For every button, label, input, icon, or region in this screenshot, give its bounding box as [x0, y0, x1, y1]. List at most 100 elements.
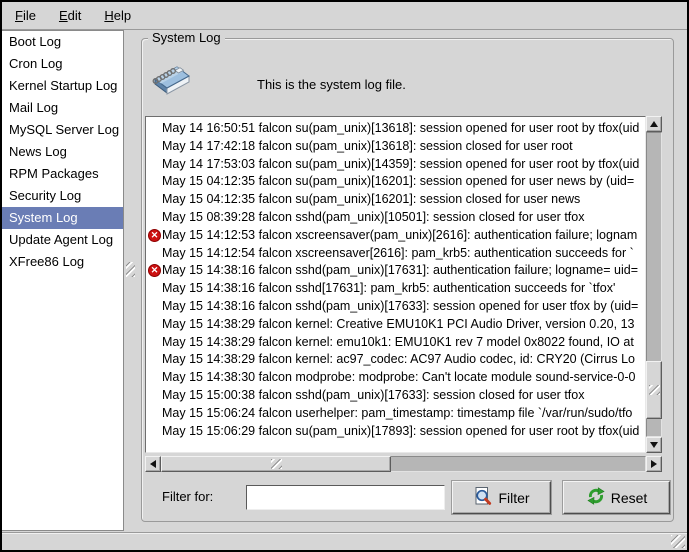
log-text: May 15 14:12:54 falcon xscreensaver[2616… [162, 245, 634, 263]
sidebar-item-cron-log[interactable]: Cron Log [2, 53, 123, 75]
log-line: May 14 16:50:51 falcon su(pam_unix)[1361… [148, 120, 643, 138]
log-line: ✕May 15 14:12:53 falcon xscreensaver(pam… [148, 227, 643, 245]
log-line-gutter [148, 173, 162, 191]
sidebar-item-kernel-startup-log[interactable]: Kernel Startup Log [2, 75, 123, 97]
splitter-grip-icon[interactable] [126, 262, 135, 277]
window-resize-grip[interactable] [671, 535, 685, 548]
thumb-grip-icon [649, 385, 660, 395]
log-text: May 14 17:53:03 falcon su(pam_unix)[1435… [162, 156, 639, 174]
log-line-gutter [148, 316, 162, 334]
log-line: May 14 17:53:03 falcon su(pam_unix)[1435… [148, 156, 643, 174]
scroll-down-button[interactable] [646, 437, 662, 453]
filter-button-label: Filter [498, 490, 529, 506]
log-description: This is the system log file. [257, 77, 406, 92]
log-line: May 15 15:00:38 falcon sshd(pam_unix)[17… [148, 387, 643, 405]
menu-edit[interactable]: Edit [56, 6, 84, 25]
sidebar-item-rpm-packages[interactable]: RPM Packages [2, 163, 123, 185]
refresh-arrows-icon [586, 486, 606, 509]
main-panel: System Log This is the system log file. [137, 30, 687, 532]
horizontal-scrollbar[interactable] [145, 456, 662, 472]
log-text: May 15 04:12:35 falcon su(pam_unix)[1620… [162, 191, 580, 209]
log-text: May 15 14:38:29 falcon kernel: ac97_code… [162, 351, 635, 369]
log-text: May 15 04:12:35 falcon su(pam_unix)[1620… [162, 173, 634, 191]
menu-file[interactable]: File [12, 6, 39, 25]
vertical-scrollbar[interactable] [646, 116, 662, 453]
sidebar-item-boot-log[interactable]: Boot Log [2, 31, 123, 53]
sidebar-item-security-log[interactable]: Security Log [2, 185, 123, 207]
log-text: May 14 16:50:51 falcon su(pam_unix)[1361… [162, 120, 639, 138]
arrow-right-icon [651, 460, 657, 468]
sidebar-item-mail-log[interactable]: Mail Log [2, 97, 123, 119]
sidebar-item-system-log[interactable]: System Log [2, 207, 123, 229]
log-line: May 15 08:39:28 falcon sshd(pam_unix)[10… [148, 209, 643, 227]
log-line: May 15 14:38:29 falcon kernel: emu10k1: … [148, 334, 643, 352]
log-line: May 15 15:06:24 falcon userhelper: pam_t… [148, 405, 643, 423]
log-line-gutter [148, 191, 162, 209]
log-line-gutter [148, 369, 162, 387]
pane-splitter[interactable] [124, 30, 137, 531]
log-line: May 14 17:42:18 falcon su(pam_unix)[1361… [148, 138, 643, 156]
log-line: May 15 04:12:35 falcon su(pam_unix)[1620… [148, 173, 643, 191]
log-text: May 14 17:42:18 falcon su(pam_unix)[1361… [162, 138, 573, 156]
log-text: May 15 14:38:29 falcon kernel: emu10k1: … [162, 334, 634, 352]
log-line-gutter: ✕ [148, 262, 162, 280]
reset-button-label: Reset [611, 490, 648, 506]
log-line-gutter [148, 298, 162, 316]
hscroll-thumb[interactable] [161, 456, 391, 472]
magnifier-document-icon [473, 486, 493, 509]
log-line-gutter [148, 280, 162, 298]
sidebar-item-xfree86-log[interactable]: XFree86 Log [2, 251, 123, 273]
log-line-gutter [148, 351, 162, 369]
log-text: May 15 14:38:29 falcon kernel: Creative … [162, 316, 634, 334]
log-line-gutter [148, 120, 162, 138]
log-line: May 15 04:12:35 falcon su(pam_unix)[1620… [148, 191, 643, 209]
log-line: May 15 14:38:16 falcon sshd[17631]: pam_… [148, 280, 643, 298]
log-line-gutter [148, 156, 162, 174]
log-line-gutter [148, 423, 162, 441]
log-text: May 15 14:38:16 falcon sshd(pam_unix)[17… [162, 298, 638, 316]
status-bar [2, 532, 687, 550]
log-line: May 15 15:06:29 falcon su(pam_unix)[1789… [148, 423, 643, 441]
reset-button[interactable]: Reset [563, 481, 670, 514]
scroll-right-button[interactable] [646, 456, 662, 472]
log-line: ✕May 15 14:38:16 falcon sshd(pam_unix)[1… [148, 262, 643, 280]
log-text: May 15 08:39:28 falcon sshd(pam_unix)[10… [162, 209, 584, 227]
log-line: May 15 14:38:29 falcon kernel: Creative … [148, 316, 643, 334]
sidebar-item-news-log[interactable]: News Log [2, 141, 123, 163]
log-line: May 15 14:38:29 falcon kernel: ac97_code… [148, 351, 643, 369]
arrow-up-icon [650, 121, 658, 127]
system-log-frame: System Log This is the system log file. [141, 38, 674, 522]
log-text: May 15 14:38:16 falcon sshd(pam_unix)[17… [162, 262, 638, 280]
log-text: May 15 14:38:16 falcon sshd[17631]: pam_… [162, 280, 615, 298]
log-line: May 15 14:38:16 falcon sshd(pam_unix)[17… [148, 298, 643, 316]
vscroll-thumb[interactable] [646, 361, 662, 419]
log-text: May 15 15:06:29 falcon su(pam_unix)[1789… [162, 423, 639, 441]
log-text: May 15 14:12:53 falcon xscreensaver(pam_… [162, 227, 637, 245]
log-view[interactable]: May 14 16:50:51 falcon su(pam_unix)[1361… [145, 116, 646, 453]
error-icon: ✕ [148, 264, 161, 277]
thumb-grip-icon [271, 459, 282, 469]
filter-input[interactable] [246, 485, 445, 510]
log-line-gutter [148, 209, 162, 227]
log-line-gutter [148, 138, 162, 156]
log-type-list: Boot LogCron LogKernel Startup LogMail L… [2, 30, 124, 531]
log-line-gutter [148, 245, 162, 263]
log-line-gutter: ✕ [148, 227, 162, 245]
app-window: File Edit Help Boot LogCron LogKernel Star… [0, 0, 689, 552]
arrow-down-icon [650, 442, 658, 448]
menu-bar: File Edit Help [2, 2, 687, 30]
log-text: May 15 15:06:24 falcon userhelper: pam_t… [162, 405, 632, 423]
sidebar-item-update-agent-log[interactable]: Update Agent Log [2, 229, 123, 251]
log-line: May 15 14:38:30 falcon modprobe: modprob… [148, 369, 643, 387]
filter-label: Filter for: [162, 489, 213, 504]
menu-help[interactable]: Help [101, 6, 134, 25]
scroll-left-button[interactable] [145, 456, 161, 472]
filter-button[interactable]: Filter [452, 481, 551, 514]
sidebar-item-mysql-server-log[interactable]: MySQL Server Log [2, 119, 123, 141]
log-text: May 15 14:38:30 falcon modprobe: modprob… [162, 369, 636, 387]
log-text: May 15 15:00:38 falcon sshd(pam_unix)[17… [162, 387, 584, 405]
arrow-left-icon [150, 460, 156, 468]
log-line: May 15 14:12:54 falcon xscreensaver[2616… [148, 245, 643, 263]
scroll-up-button[interactable] [646, 116, 662, 132]
log-line-gutter [148, 387, 162, 405]
